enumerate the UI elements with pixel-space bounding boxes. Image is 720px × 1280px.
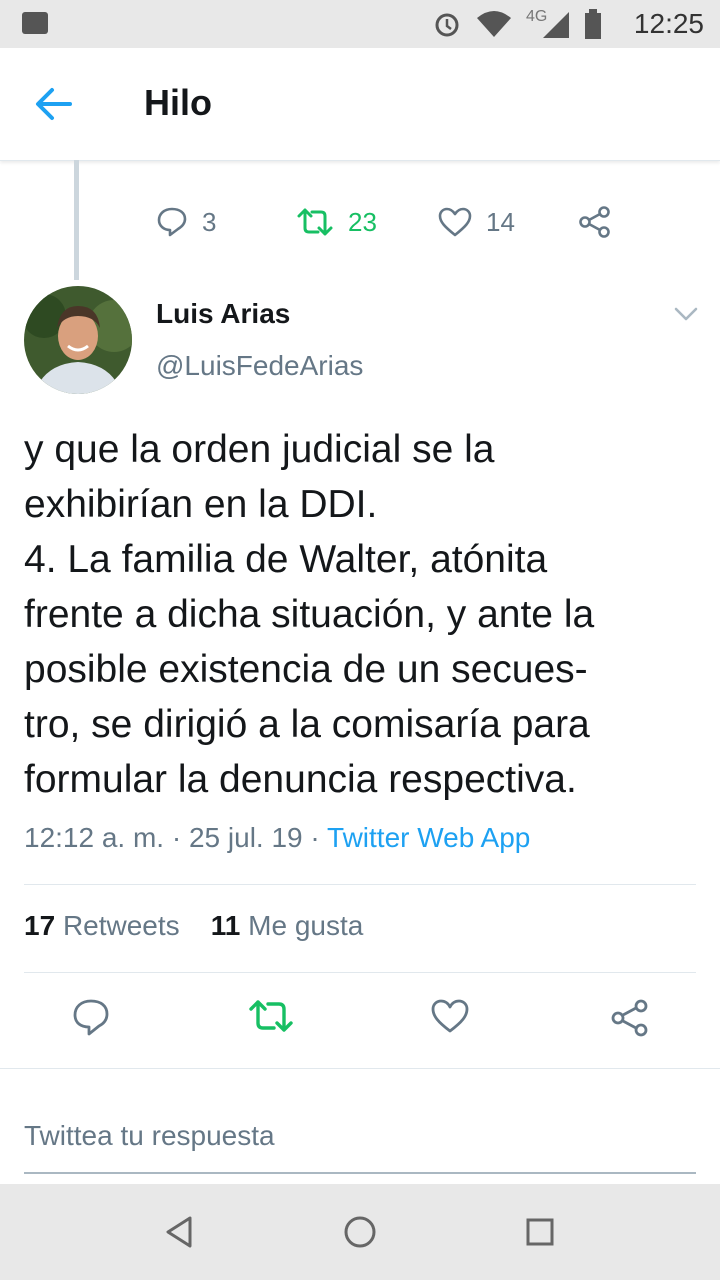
tweet-actions — [0, 998, 720, 1048]
reply-count: 3 — [202, 206, 217, 237]
retweet-icon — [297, 208, 333, 236]
chevron-down-icon — [674, 307, 698, 321]
back-button[interactable] — [34, 86, 74, 122]
circle-home-icon — [344, 1216, 376, 1248]
retweet-button[interactable] — [248, 998, 294, 1044]
app-bar: Hilo — [0, 48, 720, 161]
page-title: Hilo — [144, 82, 212, 123]
avatar[interactable] — [24, 286, 132, 394]
square-recents-icon — [526, 1218, 554, 1246]
reply-icon — [157, 207, 187, 237]
reply-input-underline — [24, 1172, 696, 1174]
triangle-back-icon — [166, 1216, 192, 1248]
reply-input[interactable]: Twittea tu respuesta — [24, 1120, 275, 1152]
recents-nav-button[interactable] — [520, 1212, 560, 1252]
tweet-meta: 12:12 a. m. · 25 jul. 19 · Twitter Web A… — [24, 822, 530, 854]
retweets-total: 17 — [24, 910, 56, 941]
tweet-source-link[interactable]: Twitter Web App — [327, 822, 530, 853]
system-navigation-bar — [0, 1184, 720, 1280]
tweet-date: 25 jul. 19 — [188, 822, 303, 853]
reply-button[interactable] — [72, 998, 112, 1044]
share-icon — [579, 206, 610, 238]
thread-connector — [74, 160, 79, 280]
tweet-time: 12:12 a. m. — [24, 822, 165, 853]
back-arrow-icon — [36, 88, 72, 120]
meta-separator: · — [310, 822, 320, 853]
likes-stat[interactable]: 11 Me gusta — [211, 910, 364, 941]
retweets-label: Retweets — [62, 910, 180, 941]
meta-separator: · — [171, 822, 182, 853]
share-icon — [611, 999, 648, 1037]
home-nav-button[interactable] — [340, 1212, 380, 1252]
alarm-icon — [435, 13, 459, 37]
like-button[interactable] — [430, 998, 470, 1044]
profile-photo — [24, 286, 132, 394]
share-action[interactable] — [578, 200, 612, 244]
status-bar: 4G 12:25 — [0, 0, 720, 48]
previous-tweet-actions: 3 23 14 — [156, 200, 636, 244]
reply-action[interactable]: 3 — [156, 200, 216, 244]
tweet-menu-button[interactable] — [672, 304, 700, 324]
author-name[interactable]: Luis Arias — [156, 298, 290, 330]
gallery-notification-icon — [22, 12, 48, 34]
divider — [24, 884, 696, 885]
signal-icon — [543, 12, 569, 38]
share-button[interactable] — [610, 998, 650, 1044]
author-handle[interactable]: @LuisFedeArias — [156, 350, 363, 382]
section-separator — [0, 1068, 720, 1091]
tweet-text: y que la orden judicial se la exhibirían… — [24, 428, 595, 801]
like-action[interactable]: 14 — [438, 200, 515, 244]
like-count: 14 — [486, 206, 515, 237]
tweet-stats: 17 Retweets 11 Me gusta — [24, 910, 363, 942]
wifi-icon — [477, 11, 511, 37]
likes-total: 11 — [210, 910, 241, 941]
reply-icon — [73, 999, 109, 1036]
retweets-stat[interactable]: 17 Retweets — [24, 910, 180, 941]
likes-label: Me gusta — [248, 910, 364, 941]
status-icons: 4G — [432, 8, 602, 40]
retweet-icon — [249, 1000, 293, 1032]
retweet-action[interactable]: 23 — [296, 200, 377, 244]
divider — [24, 972, 696, 973]
clock: 12:25 — [633, 8, 704, 39]
heart-icon — [431, 999, 469, 1033]
heart-icon — [438, 207, 472, 237]
battery-icon — [585, 9, 601, 39]
back-nav-button[interactable] — [160, 1212, 200, 1252]
retweet-count: 23 — [348, 206, 377, 237]
